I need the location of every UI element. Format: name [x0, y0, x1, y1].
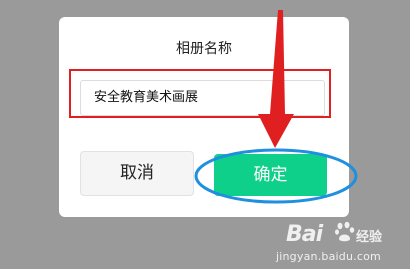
album-name-input[interactable]: 安全教育美术画展	[80, 80, 325, 116]
cancel-button[interactable]: 取消	[80, 151, 194, 196]
dialog-title: 相册名称	[176, 41, 232, 57]
confirm-button[interactable]: 确定	[214, 154, 327, 196]
watermark-logo-text: Bai	[286, 222, 323, 247]
album-name-dialog: 相册名称 安全教育美术画展 取消 确定	[59, 17, 349, 217]
baidu-jingyan-watermark: Bai 经验 jingyan.baidu.com	[270, 218, 390, 266]
paw-icon	[335, 221, 355, 242]
watermark-url: jingyan.baidu.com	[276, 250, 381, 263]
watermark-jingyan-text: 经验	[356, 230, 383, 245]
